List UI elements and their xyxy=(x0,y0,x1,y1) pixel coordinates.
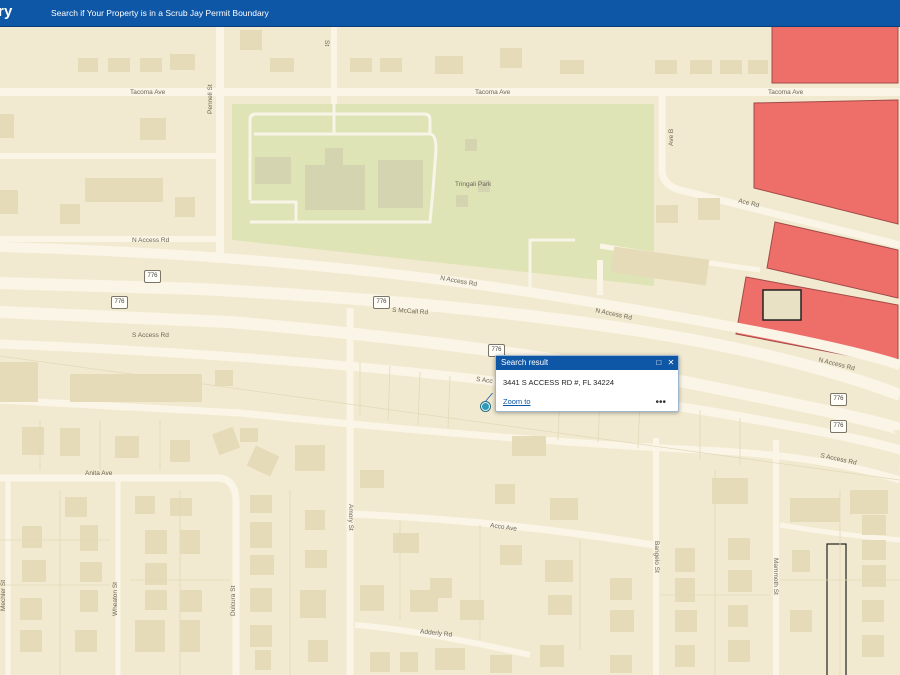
street-label: Mammoth St xyxy=(772,558,779,595)
search-result-marker[interactable] xyxy=(481,402,490,411)
route-shield: 776 xyxy=(111,296,128,309)
zoom-to-link[interactable]: Zoom to xyxy=(503,397,531,406)
street-label: Amory St xyxy=(347,504,354,531)
street-label: Pennell St xyxy=(207,84,214,114)
street-label: Tacoma Ave xyxy=(130,89,166,96)
popup-title: Search result xyxy=(501,358,549,367)
popup-address: 3441 S ACCESS RD #, FL 34224 xyxy=(503,378,615,387)
park-label: Tringali Park xyxy=(455,181,492,188)
app-brand: ry xyxy=(0,3,13,20)
more-actions-icon[interactable]: ••• xyxy=(655,398,666,408)
map-canvas[interactable] xyxy=(0,26,900,675)
street-label: N Access Rd xyxy=(132,237,170,244)
permit-boundary-1 xyxy=(771,26,899,84)
street-label: Anita Ave xyxy=(85,470,113,477)
street-label: Bangelo St xyxy=(653,541,660,573)
popup-header: Search result □ ✕ xyxy=(496,356,678,370)
street-label: S Access Rd xyxy=(132,332,169,339)
app-title: Search if Your Property is in a Scrub Ja… xyxy=(51,8,269,18)
street-label: St xyxy=(323,40,330,47)
route-shield: 776 xyxy=(373,296,390,309)
route-shield: 776 xyxy=(830,393,847,406)
street-label: Mechler St xyxy=(0,579,7,611)
route-shield: 776 xyxy=(830,420,847,433)
street-label: Tacoma Ave xyxy=(475,89,511,96)
map-view[interactable]: Tacoma Ave Tacoma Ave Tacoma Ave Pennell… xyxy=(0,26,900,675)
search-result-popup: Search result □ ✕ 3441 S ACCESS RD #, FL… xyxy=(495,355,679,412)
street-label: Dulcura St xyxy=(230,585,237,616)
street-label: Tacoma Ave xyxy=(768,89,804,96)
street-label: Ave B xyxy=(668,128,675,146)
street-label: Wheaton St xyxy=(112,582,119,616)
close-icon[interactable]: ✕ xyxy=(666,356,676,370)
app-header: ry Search if Your Property is in a Scrub… xyxy=(0,0,900,27)
maximize-icon[interactable]: □ xyxy=(654,356,664,370)
route-shield: 776 xyxy=(144,270,161,283)
